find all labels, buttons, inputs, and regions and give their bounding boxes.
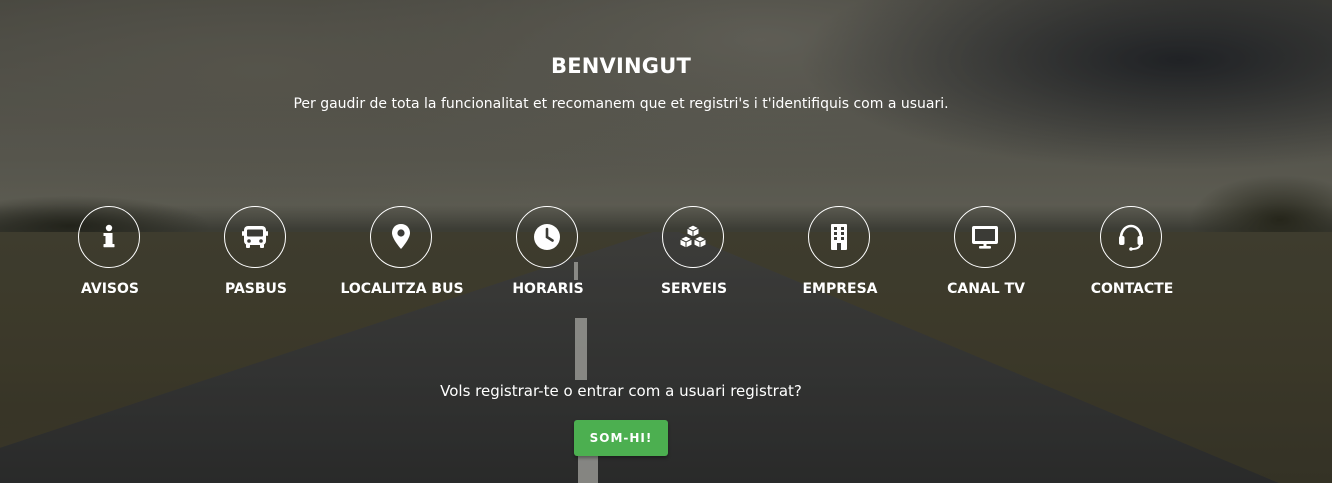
nav-circle-contacte[interactable] xyxy=(1100,206,1162,268)
nav-label-contacte: CONTACTE xyxy=(1090,281,1174,297)
clock-icon xyxy=(534,224,560,250)
map-pin-icon xyxy=(392,224,410,249)
som-hi-button[interactable]: SOM-HI! xyxy=(574,420,668,456)
info-icon xyxy=(103,224,115,248)
feature-nav: AVISOS PASBUS LOCALITZA BUS HORARIS SERV… xyxy=(0,206,1332,306)
tv-icon xyxy=(972,226,998,249)
nav-item-avisos[interactable]: AVISOS xyxy=(37,206,183,306)
nav-circle-canal-tv[interactable] xyxy=(954,206,1016,268)
nav-circle-serveis[interactable] xyxy=(662,206,724,268)
nav-circle-empresa[interactable] xyxy=(808,206,870,268)
nav-item-canal-tv[interactable]: CANAL TV xyxy=(913,206,1059,306)
page-title: BENVINGUT xyxy=(551,54,691,78)
nav-circle-pasbus[interactable] xyxy=(224,206,286,268)
nav-item-localitza-bus[interactable]: LOCALITZA BUS xyxy=(329,206,475,306)
welcome-subtitle: Per gaudir de tota la funcionalitat et r… xyxy=(293,96,949,112)
register-question: Vols registrar-te o entrar com a usuari … xyxy=(440,382,802,400)
nav-item-serveis[interactable]: SERVEIS xyxy=(621,206,767,306)
cubes-icon xyxy=(679,224,707,249)
nav-circle-horaris[interactable] xyxy=(516,206,578,268)
nav-item-empresa[interactable]: EMPRESA xyxy=(767,206,913,306)
nav-item-horaris[interactable]: HORARIS xyxy=(475,206,621,306)
nav-circle-avisos[interactable] xyxy=(78,206,140,268)
nav-item-contacte[interactable]: CONTACTE xyxy=(1059,206,1205,306)
building-icon xyxy=(831,224,847,250)
bus-icon xyxy=(242,226,268,248)
nav-circle-localitza-bus[interactable] xyxy=(370,206,432,268)
headset-icon xyxy=(1119,224,1143,251)
welcome-content: BENVINGUT Per gaudir de tota la funciona… xyxy=(0,0,1332,483)
nav-item-pasbus[interactable]: PASBUS xyxy=(183,206,329,306)
